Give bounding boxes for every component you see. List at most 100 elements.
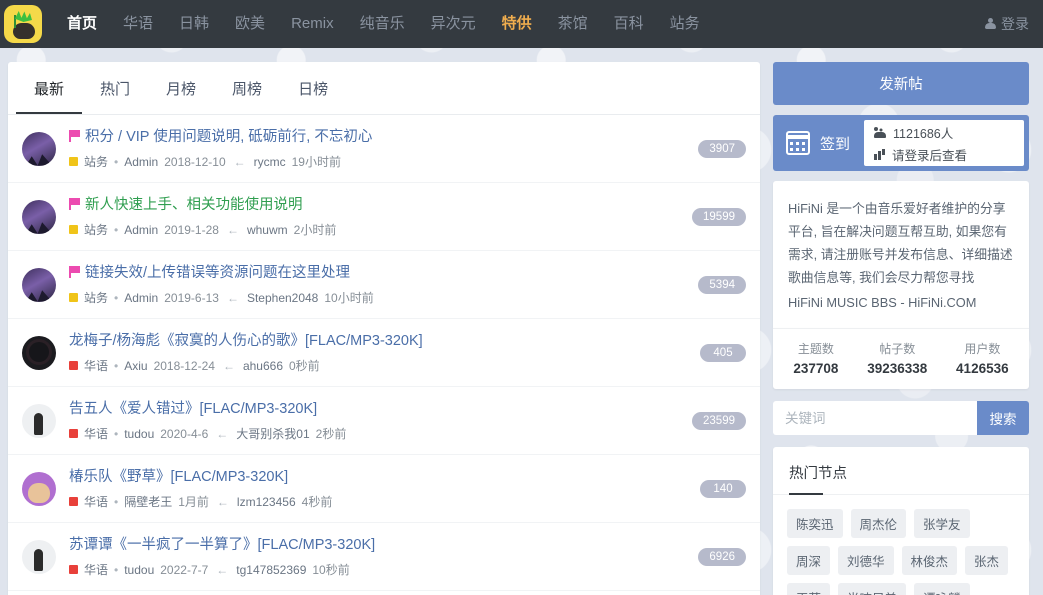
post-title[interactable]: 龙梅子/杨海彪《寂寞的人伤心的歌》[FLAC/MP3-320K] xyxy=(69,331,688,351)
signin-label: 签到 xyxy=(820,135,851,153)
avatar[interactable] xyxy=(22,471,56,506)
nav-link-7[interactable]: 特供 xyxy=(489,0,545,48)
post-category[interactable]: 华语 xyxy=(84,425,108,442)
nav-link-3[interactable]: 欧美 xyxy=(222,0,278,48)
tab-1[interactable]: 热门 xyxy=(82,62,148,114)
hot-node-tag[interactable]: 王菲 xyxy=(787,583,831,595)
site-logo[interactable] xyxy=(4,5,42,43)
last-replier[interactable]: 大哥别杀我01 xyxy=(236,425,309,442)
post-title[interactable]: 苏谭谭《一半疯了一半算了》[FLAC/MP3-320K] xyxy=(69,535,686,555)
post-title[interactable]: 椿乐队《野草》[FLAC/MP3-320K] xyxy=(69,467,688,487)
post-body: 椿乐队《野草》[FLAC/MP3-320K] 华语 • 隔壁老王 1月前 ← lzm1234… xyxy=(69,467,688,510)
hot-node-tag[interactable]: 谭咏麟 xyxy=(914,583,970,595)
post-row[interactable]: 苏谭谭《一半疯了一半算了》[FLAC/MP3-320K] 华语 • tudou 2022… xyxy=(8,523,760,591)
reply-arrow-icon: ← xyxy=(216,562,229,577)
last-replier[interactable]: whuwm xyxy=(247,223,288,237)
post-author[interactable]: Admin xyxy=(124,155,158,169)
category-color-dot xyxy=(69,225,78,234)
avatar[interactable] xyxy=(22,403,56,438)
signin-login-row[interactable]: 请登录后查看 xyxy=(874,145,1014,164)
stat-block: 用户数 4126536 xyxy=(956,340,1009,376)
avatar[interactable] xyxy=(22,335,56,370)
last-reply-time: 19小时前 xyxy=(291,155,341,169)
stat-value: 237708 xyxy=(793,361,839,376)
nav-link-6[interactable]: 异次元 xyxy=(418,0,489,48)
last-replier[interactable]: ahu666 xyxy=(243,359,283,373)
post-category[interactable]: 站务 xyxy=(84,289,108,306)
post-row[interactable]: 链接失效/上传错误等资源问题在这里处理 站务 • Admin 2019-6-13 ← Ste… xyxy=(8,251,760,319)
hot-node-tag[interactable]: 周深 xyxy=(787,546,831,575)
post-meta: 华语 • tudou 2020-4-6 ← 大哥别杀我01 2秒前 xyxy=(69,425,680,442)
nav-link-4[interactable]: Remix xyxy=(278,0,347,48)
nav-link-8[interactable]: 茶馆 xyxy=(545,0,601,48)
nav-link-2[interactable]: 日韩 xyxy=(166,0,222,48)
reply-arrow-icon: ← xyxy=(216,494,229,509)
last-reply-time: 2小时前 xyxy=(293,223,337,237)
post-category[interactable]: 华语 xyxy=(84,493,108,510)
nav-link-0[interactable]: 首页 xyxy=(54,0,110,48)
post-author[interactable]: Axiu xyxy=(124,359,147,373)
post-meta: 站务 • Admin 2019-6-13 ← Stephen2048 10小时前 xyxy=(69,289,686,306)
avatar[interactable] xyxy=(22,539,56,574)
post-author[interactable]: Admin xyxy=(124,223,158,237)
hot-nodes-tag-list: 陈奕迅周杰伦张学友周深刘德华林俊杰张杰王菲半吨兄弟谭咏麟张国荣梁静茹苏星婕Tay… xyxy=(773,495,1029,595)
avatar[interactable] xyxy=(22,131,56,166)
hot-node-tag[interactable]: 刘德华 xyxy=(838,546,894,575)
reply-arrow-icon: ← xyxy=(226,222,239,237)
nav-link-5[interactable]: 纯音乐 xyxy=(347,0,418,48)
post-row[interactable]: 积分 / VIP 使用问题说明, 砥砺前行, 不忘初心 站务 • Admin 2018-… xyxy=(8,115,760,183)
post-author[interactable]: Admin xyxy=(124,291,158,305)
post-row[interactable]: 新人快速上手、相关功能使用说明 站务 • Admin 2019-1-28 ← whuwm 2小… xyxy=(8,183,760,251)
post-title[interactable]: 新人快速上手、相关功能使用说明 xyxy=(69,195,680,215)
hot-node-tag[interactable]: 陈奕迅 xyxy=(787,509,843,538)
hot-node-tag[interactable]: 半吨兄弟 xyxy=(838,583,907,595)
post-row[interactable]: 福禄寿 - Floruit Show《马》[FLAC/MP3-320K]华语•B… xyxy=(8,591,760,595)
search-input[interactable] xyxy=(773,401,977,435)
tab-3[interactable]: 周榜 xyxy=(214,62,280,114)
nav-link-10[interactable]: 站务 xyxy=(657,0,713,48)
last-replier[interactable]: tg147852369 xyxy=(236,563,306,577)
post-title[interactable]: 链接失效/上传错误等资源问题在这里处理 xyxy=(69,263,686,283)
nav-link-1[interactable]: 华语 xyxy=(110,0,166,48)
post-author[interactable]: 隔壁老王 xyxy=(124,493,172,510)
tab-0[interactable]: 最新 xyxy=(16,62,83,114)
tab-4[interactable]: 日榜 xyxy=(280,62,346,114)
site-stats: 主题数 237708 帖子数 39236338 用户数 4126536 xyxy=(773,328,1029,389)
hot-node-tag[interactable]: 林俊杰 xyxy=(901,546,958,575)
hot-node-tag[interactable]: 张学友 xyxy=(914,509,970,538)
login-button[interactable]: 登录 xyxy=(985,14,1029,34)
avatar[interactable] xyxy=(22,199,56,234)
post-author[interactable]: tudou xyxy=(124,427,154,441)
hot-node-tag[interactable]: 周杰伦 xyxy=(850,509,907,538)
signin-people-count: 1121686人 xyxy=(893,126,954,141)
last-replier[interactable]: Stephen2048 xyxy=(247,291,318,305)
last-replier[interactable]: lzm123456 xyxy=(237,495,296,509)
tab-2[interactable]: 月榜 xyxy=(148,62,214,114)
nav-link-9[interactable]: 百科 xyxy=(601,0,657,48)
hot-node-tag[interactable]: 张杰 xyxy=(965,546,1009,575)
avatar[interactable] xyxy=(22,267,56,302)
signin-login-hint[interactable]: 请登录后查看 xyxy=(892,145,967,164)
pin-flag-icon xyxy=(69,198,80,210)
navbar-right: 登录 xyxy=(985,14,1029,34)
post-category[interactable]: 华语 xyxy=(84,561,108,578)
post-row[interactable]: 椿乐队《野草》[FLAC/MP3-320K] 华语 • 隔壁老王 1月前 ← lzm1234… xyxy=(8,455,760,523)
signin-button[interactable]: 签到 xyxy=(778,120,864,166)
new-post-button[interactable]: 发新帖 xyxy=(773,62,1029,105)
post-row[interactable]: 龙梅子/杨海彪《寂寞的人伤心的歌》[FLAC/MP3-320K] 华语 • Axiu 2… xyxy=(8,319,760,387)
post-body: 新人快速上手、相关功能使用说明 站务 • Admin 2019-1-28 ← whuwm 2小… xyxy=(69,195,680,238)
signin-panel: 签到 1121686人 请登录后查看 xyxy=(773,115,1029,171)
post-title[interactable]: 积分 / VIP 使用问题说明, 砥砺前行, 不忘初心 xyxy=(69,127,686,147)
post-category[interactable]: 站务 xyxy=(84,153,108,170)
post-author[interactable]: tudou xyxy=(124,563,154,577)
logo-body-shape xyxy=(13,23,35,39)
post-category[interactable]: 华语 xyxy=(84,357,108,374)
post-title[interactable]: 告五人《爱人错过》[FLAC/MP3-320K] xyxy=(69,399,680,419)
reply-arrow-icon: ← xyxy=(233,154,246,169)
post-category[interactable]: 站务 xyxy=(84,221,108,238)
search-button[interactable]: 搜索 xyxy=(977,401,1029,435)
view-count-badge: 3907 xyxy=(698,139,746,158)
category-color-dot xyxy=(69,565,78,574)
post-row[interactable]: 告五人《爱人错过》[FLAC/MP3-320K] 华语 • tudou 2020-4-6… xyxy=(8,387,760,455)
last-replier[interactable]: rycmc xyxy=(254,155,286,169)
